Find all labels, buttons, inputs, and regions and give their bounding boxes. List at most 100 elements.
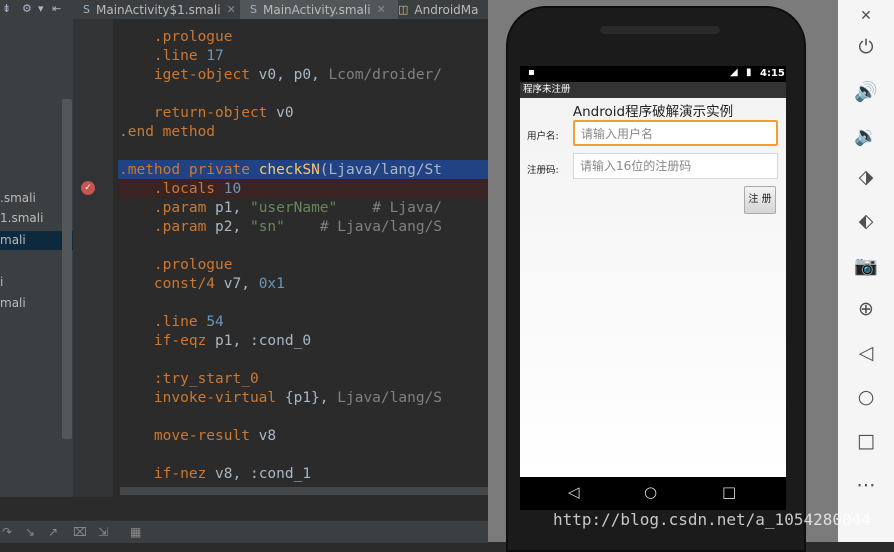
hide-panel-icon[interactable]: ⇤	[52, 2, 61, 15]
sn-label: 注册码:	[527, 165, 559, 176]
code-line[interactable]: if-nez v8, :cond_1	[119, 465, 311, 484]
close-icon[interactable]: ✕	[838, 8, 894, 24]
register-button[interactable]: 注 册	[744, 186, 776, 214]
watermark: http://blog.csdn.net/a_1054280044	[553, 510, 871, 529]
serial-number-input[interactable]: 请输入16位的注册码	[573, 153, 778, 179]
code-token: if-nez	[153, 466, 207, 482]
volume-down-icon[interactable]: 🔉	[838, 124, 894, 147]
username-label: 用户名:	[527, 131, 559, 142]
code-line[interactable]: .line 54	[119, 313, 224, 332]
code-token: (Ljava/lang/St	[319, 162, 443, 178]
code-line[interactable]: if-eqz p1, :cond_0	[119, 332, 311, 351]
code-token: .line	[153, 48, 198, 64]
code-line[interactable]: const/4 v7, 0x1	[119, 275, 285, 294]
code-token: invoke-virtual	[153, 390, 277, 406]
code-token: Ljava/lang/S	[337, 390, 443, 406]
code-line[interactable]: .param p2, "sn" # Ljava/lang/S	[119, 218, 442, 237]
code-line[interactable]: invoke-virtual {p1}, Ljava/lang/S	[119, 389, 442, 408]
code-line[interactable]: return-object v0	[119, 104, 294, 123]
table-icon[interactable]: ▦	[130, 525, 141, 539]
code-token: checkSN	[258, 162, 320, 178]
back-icon[interactable]: ◁	[838, 342, 894, 364]
tab-androidmanifest[interactable]: ◫ AndroidMa	[392, 0, 488, 19]
code-editor[interactable]: .prologue .line 17 iget-object v0, p0, L…	[113, 19, 488, 497]
android-status-bar: ▪ ◢ ▮ 4:15	[520, 66, 786, 82]
evaluate-icon[interactable]: ⇲	[98, 525, 108, 539]
close-icon[interactable]: ✕	[227, 3, 236, 16]
recents-icon[interactable]: □	[722, 483, 736, 501]
tab-label: MainActivity.smali	[262, 2, 371, 17]
drop-frame-icon[interactable]: ⌧	[73, 525, 87, 539]
power-icon[interactable]: ⏻	[838, 36, 894, 58]
step-out-icon[interactable]: ↗	[48, 525, 58, 539]
step-into-icon[interactable]: ↘	[25, 525, 35, 539]
step-over-icon[interactable]: ↷	[2, 525, 12, 539]
code-token: v8, :cond_1	[206, 466, 312, 482]
username-input[interactable]: 请输入用户名	[573, 120, 778, 146]
rotate-right-icon[interactable]: ⬖	[838, 210, 894, 232]
tab-mainactivity[interactable]: S MainActivity.smali ✕	[240, 0, 398, 19]
code-line[interactable]: iget-object v0, p0, Lcom/droider/	[119, 66, 442, 85]
android-nav-bar: ◁ ○ □	[520, 477, 786, 510]
code-token: 17	[206, 48, 224, 64]
code-token: "userName"	[249, 200, 338, 216]
code-line[interactable]: .param p1, "userName" # Ljava/	[119, 199, 442, 218]
code-token: iget-object	[153, 67, 250, 83]
code-line[interactable]: .prologue	[119, 28, 233, 47]
tab-mainactivity-1[interactable]: S MainActivity$1.smali ✕	[73, 0, 246, 19]
scrollbar[interactable]	[62, 99, 72, 439]
editor-tab-bar: ⇟ ⚙ ▾ ⇤ S MainActivity$1.smali ✕ S MainA…	[0, 0, 488, 20]
code-token: 54	[206, 314, 224, 330]
tab-label: MainActivity$1.smali	[95, 2, 221, 17]
close-icon[interactable]: ✕	[377, 3, 386, 16]
editor-gutter[interactable]	[73, 19, 113, 497]
sd-card-icon: ▪	[528, 67, 535, 78]
code-token: if-eqz	[153, 333, 207, 349]
rotate-left-icon[interactable]: ⬗	[838, 166, 894, 188]
code-token: 0x1	[258, 276, 285, 292]
camera-icon[interactable]: 📷	[838, 254, 894, 277]
code-line[interactable]: move-result v8	[119, 427, 276, 446]
code-token: Lcom/droider/	[328, 67, 443, 83]
gear-icon[interactable]: ⚙	[22, 2, 32, 15]
xml-file-icon: ◫	[398, 3, 409, 16]
home-icon[interactable]: ○	[838, 386, 894, 408]
code-line[interactable]: .line 17	[119, 47, 224, 66]
chevron-down-icon[interactable]: ▾	[38, 2, 44, 15]
zoom-icon[interactable]: ⊕	[838, 298, 894, 320]
code-token: .line	[153, 314, 198, 330]
code-token: "sn"	[249, 219, 285, 235]
code-token: .prologue	[153, 257, 233, 273]
more-icon[interactable]: ⋯	[838, 474, 894, 496]
code-line[interactable]: .method private checkSN(Ljava/lang/St	[119, 161, 442, 180]
horizontal-scrollbar[interactable]	[120, 487, 488, 495]
volume-up-icon[interactable]: 🔊	[838, 80, 894, 103]
code-token: .end method	[119, 124, 216, 140]
breakpoint-icon[interactable]: ✓	[81, 181, 95, 195]
code-line[interactable]: :try_start_0	[119, 370, 259, 389]
code-token: # Ljava/lang/S	[319, 219, 443, 235]
code-line[interactable]: .end method	[119, 123, 215, 142]
overview-icon[interactable]: □	[838, 430, 894, 452]
code-line[interactable]: .prologue	[119, 256, 233, 275]
home-icon[interactable]: ○	[644, 483, 657, 501]
code-token: # Ljava/	[372, 200, 443, 216]
back-icon[interactable]: ◁	[568, 483, 580, 501]
smali-file-icon: S	[83, 3, 90, 16]
collapse-icon[interactable]: ⇟	[2, 2, 11, 15]
code-line[interactable]: .locals 10	[119, 180, 241, 199]
